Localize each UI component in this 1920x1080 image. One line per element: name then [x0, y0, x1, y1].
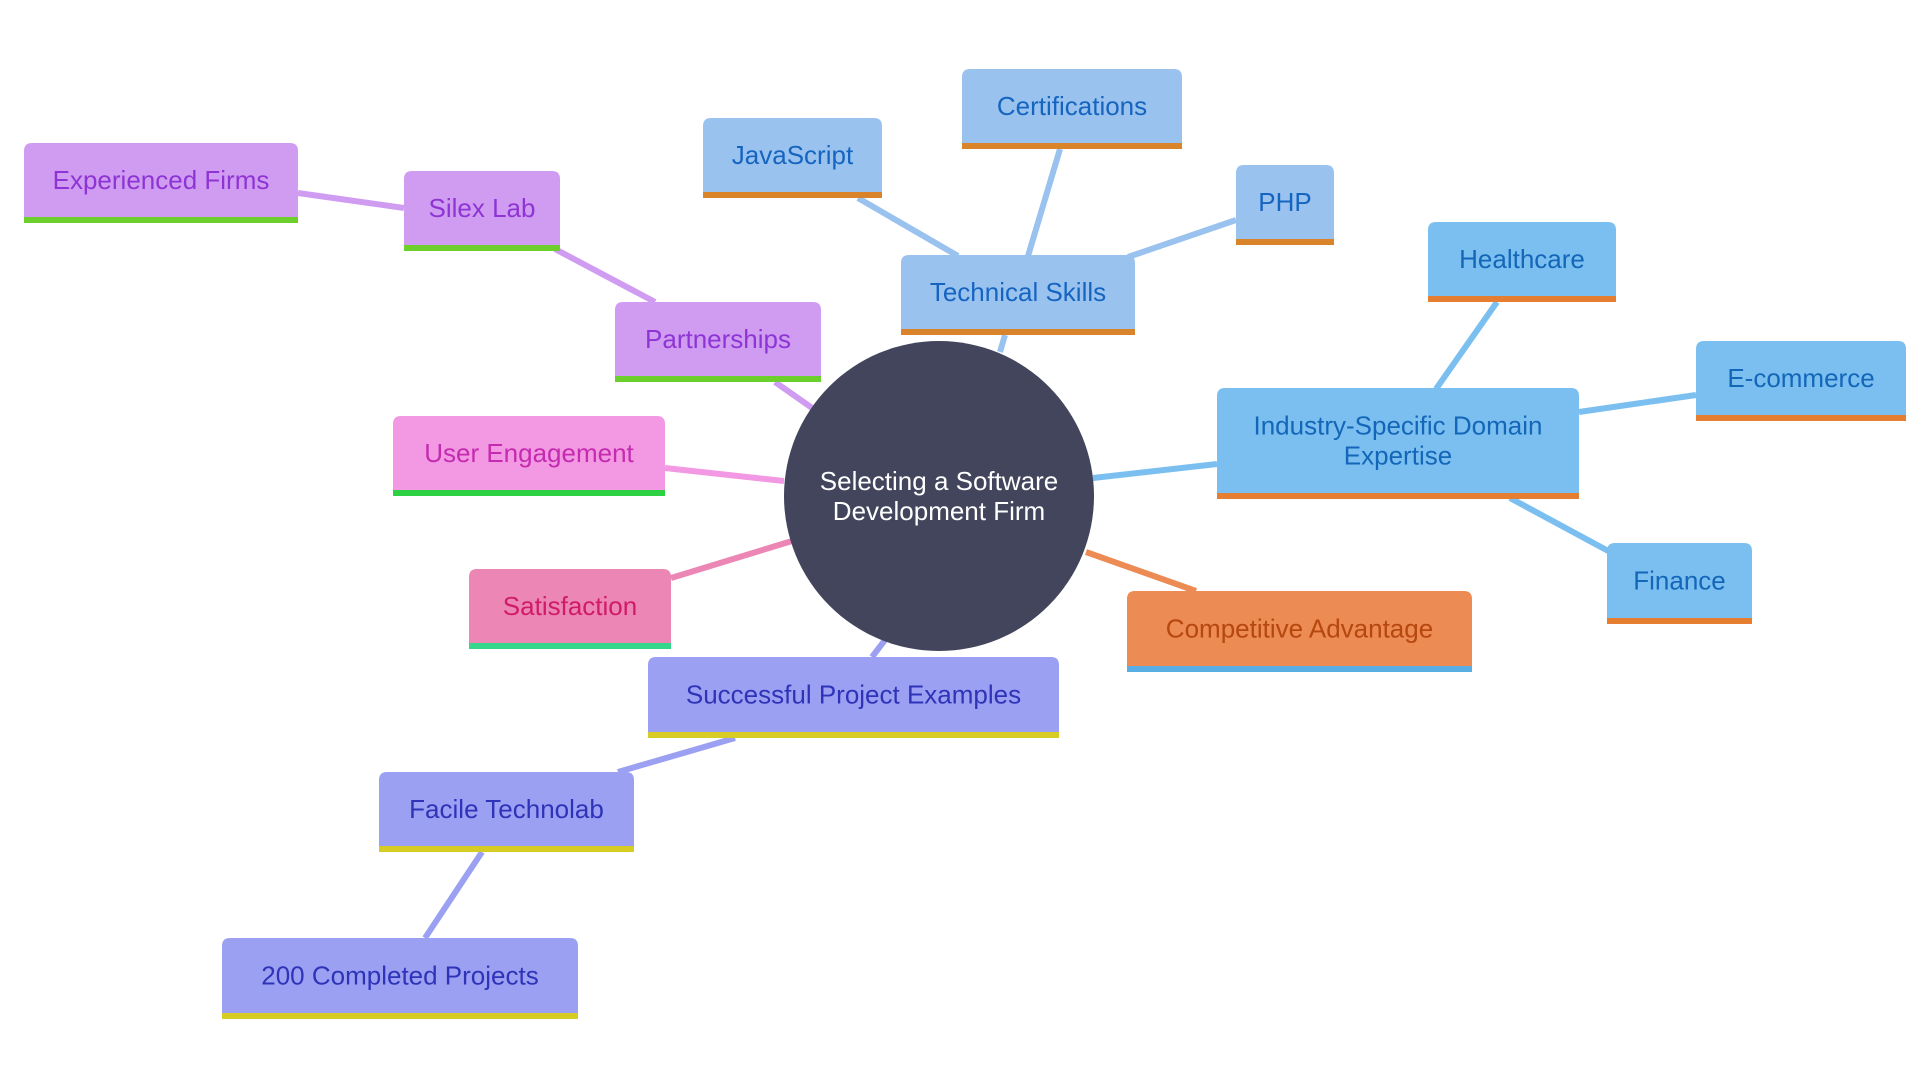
- node-partnerships[interactable]: Partnerships: [615, 302, 821, 382]
- node-label: Successful Project Examples: [686, 680, 1021, 710]
- node-accent-bar: [404, 245, 560, 251]
- node-accent-bar: [469, 643, 671, 649]
- node-e-commerce[interactable]: E-commerce: [1696, 341, 1906, 421]
- edge-healthcare: [1433, 300, 1500, 391]
- node-facile-technolab[interactable]: Facile Technolab: [379, 772, 634, 852]
- node-successful-projects[interactable]: Successful Project Examples: [648, 657, 1059, 738]
- node-completed-projects[interactable]: 200 Completed Projects: [222, 938, 578, 1019]
- edge-satisfaction: [670, 538, 793, 581]
- node-label: Satisfaction: [503, 591, 637, 621]
- node-user-engagement[interactable]: User Engagement: [393, 416, 665, 496]
- edge-successful-projects: [869, 638, 888, 659]
- edge-javascript: [856, 195, 960, 259]
- node-label: Technical Skills: [930, 277, 1106, 307]
- edge-php: [1127, 217, 1237, 260]
- node-accent-bar: [24, 217, 298, 223]
- node-label: User Engagement: [424, 438, 634, 468]
- node-certifications[interactable]: Certifications: [962, 69, 1182, 149]
- nodes: Technical Skills JavaScript Certifications…: [24, 69, 1906, 1019]
- node-accent-bar: [1428, 296, 1616, 302]
- node-javascript[interactable]: JavaScript: [703, 118, 882, 198]
- root-label: Selecting a Software: [820, 466, 1058, 496]
- node-accent-bar: [1607, 618, 1752, 624]
- node-competitive-advantage[interactable]: Competitive Advantage: [1127, 591, 1472, 672]
- node-industry-domain[interactable]: Industry-Specific DomainExpertise: [1217, 388, 1579, 499]
- node-label: Industry-Specific Domain: [1254, 411, 1543, 441]
- node-accent-bar: [615, 376, 821, 382]
- node-accent-bar: [393, 490, 665, 496]
- node-label: Silex Lab: [429, 193, 536, 223]
- edge-partnerships: [773, 379, 817, 413]
- edge-certifications: [1025, 148, 1063, 257]
- edge-industry-domain: [1092, 461, 1218, 481]
- edge-silex-lab: [553, 246, 657, 305]
- node-accent-bar: [222, 1013, 578, 1019]
- edge-e-commerce: [1578, 392, 1697, 415]
- node-accent-bar: [1127, 666, 1472, 672]
- node-label: E-commerce: [1727, 363, 1874, 393]
- node-label: Expertise: [1344, 441, 1452, 471]
- node-healthcare[interactable]: Healthcare: [1428, 222, 1616, 302]
- node-accent-bar: [379, 846, 634, 852]
- edge-user-engagement: [664, 465, 785, 484]
- root-label: Development Firm: [833, 496, 1045, 526]
- node-label: JavaScript: [732, 140, 854, 170]
- node-label: Finance: [1633, 566, 1726, 596]
- node-label: Healthcare: [1459, 244, 1585, 274]
- node-php[interactable]: PHP: [1236, 165, 1334, 245]
- node-accent-bar: [901, 329, 1135, 335]
- node-experienced-firms[interactable]: Experienced Firms: [24, 143, 298, 223]
- node-accent-bar: [703, 192, 882, 198]
- edge-technical-skills: [997, 334, 1008, 353]
- node-label: Experienced Firms: [53, 165, 270, 195]
- root-node[interactable]: Selecting a SoftwareDevelopment Firm: [784, 341, 1094, 651]
- edge-finance: [1508, 495, 1614, 556]
- node-accent-bar: [962, 143, 1182, 149]
- node-label: Competitive Advantage: [1166, 614, 1433, 644]
- node-label: Partnerships: [645, 324, 791, 354]
- node-accent-bar: [1217, 493, 1579, 499]
- node-finance[interactable]: Finance: [1607, 543, 1752, 624]
- node-satisfaction[interactable]: Satisfaction: [469, 569, 671, 649]
- edge-experienced-firms: [297, 190, 405, 211]
- node-technical-skills[interactable]: Technical Skills: [901, 255, 1135, 335]
- edge-facile-technolab: [617, 735, 736, 775]
- node-label: 200 Completed Projects: [261, 961, 538, 991]
- node-label: PHP: [1258, 187, 1311, 217]
- node-accent-bar: [1236, 239, 1334, 245]
- node-accent-bar: [648, 732, 1059, 738]
- node-accent-bar: [1696, 415, 1906, 421]
- edge-competitive-advantage: [1084, 549, 1198, 594]
- mindmap-canvas: Technical Skills JavaScript Certifications…: [24, 69, 1906, 1019]
- node-silex-lab[interactable]: Silex Lab: [404, 171, 560, 251]
- node-label: Facile Technolab: [409, 794, 604, 824]
- edge-completed-projects: [422, 850, 485, 940]
- node-label: Certifications: [997, 91, 1147, 121]
